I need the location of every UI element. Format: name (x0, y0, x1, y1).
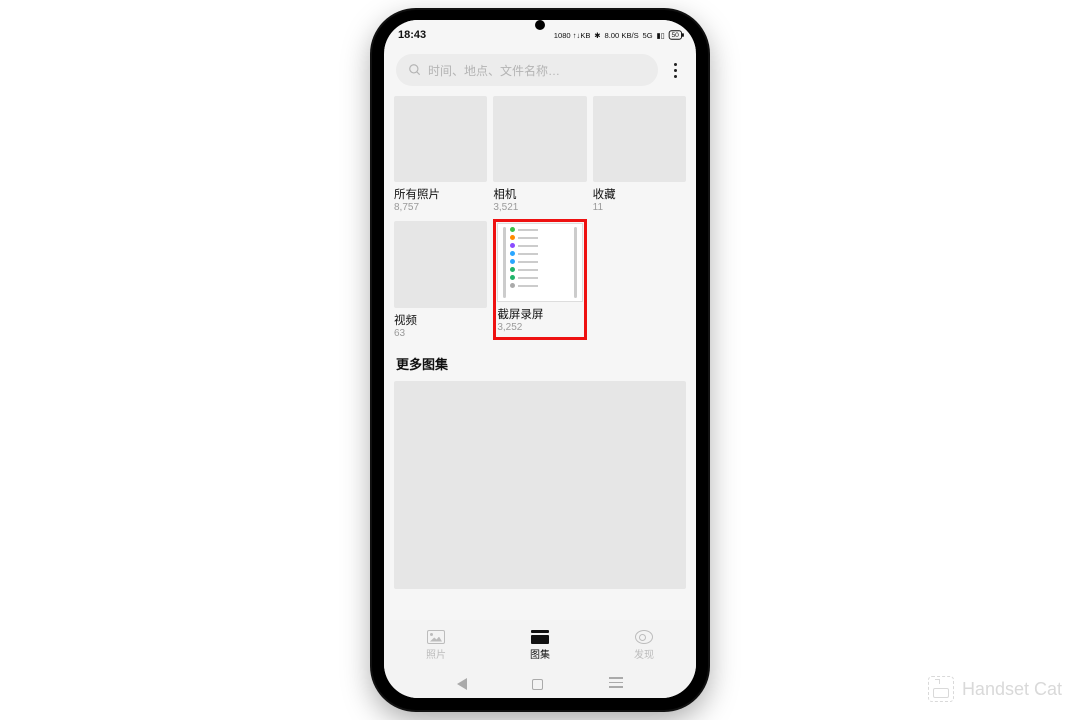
bottom-tabbar: 照片 图集 发现 (384, 620, 696, 670)
status-speed: 8.00 KB/S (605, 31, 639, 40)
discover-icon (635, 630, 653, 644)
tab-photos[interactable]: 照片 (384, 620, 488, 670)
tab-albums[interactable]: 图集 (488, 620, 592, 670)
album-screenshots-highlighted[interactable]: 截屏录屏 3,252 (493, 219, 586, 340)
search-row: 时间、地点、文件名称… (384, 50, 696, 96)
album-count: 8,757 (394, 202, 487, 213)
watermark: Handset Cat (928, 676, 1062, 702)
signal-icon: ▮▯ (657, 31, 665, 40)
album-thumbnail (394, 221, 487, 307)
album-title: 视频 (394, 312, 487, 328)
bluetooth-icon: ✱ (595, 31, 601, 40)
battery-icon: 50 (669, 30, 682, 40)
section-title-more: 更多图集 (384, 340, 696, 381)
album-thumbnail (493, 96, 586, 182)
album-icon (531, 630, 549, 644)
more-albums-block[interactable] (394, 381, 686, 589)
nav-recent-icon[interactable] (609, 677, 623, 691)
tab-label: 照片 (426, 646, 446, 661)
tab-discover[interactable]: 发现 (592, 620, 696, 670)
status-time: 18:43 (398, 29, 426, 41)
album-count: 11 (593, 202, 686, 213)
android-navbar (384, 670, 696, 698)
photo-icon (427, 630, 445, 644)
album-count: 63 (394, 328, 487, 339)
search-icon (408, 63, 422, 77)
status-indicators: 1080 ↑↓KB ✱ 8.00 KB/S 5G ▮▯ 50 (554, 30, 682, 40)
content-area: 所有照片 8,757 相机 3,521 收藏 11 视频 (384, 96, 696, 620)
album-row-2: 视频 63 截屏录屏 3,252 (384, 213, 696, 340)
album-camera[interactable]: 相机 3,521 (493, 96, 586, 213)
album-title: 收藏 (593, 186, 686, 202)
album-all-photos[interactable]: 所有照片 8,757 (394, 96, 487, 213)
nav-back-icon[interactable] (457, 678, 467, 690)
album-video[interactable]: 视频 63 (394, 221, 487, 340)
nav-home-icon[interactable] (532, 679, 543, 690)
status-net: 1080 ↑↓KB (554, 31, 591, 40)
camera-notch (535, 20, 545, 30)
album-title: 相机 (493, 186, 586, 202)
tab-label: 图集 (530, 646, 550, 661)
watermark-text: Handset Cat (962, 679, 1062, 700)
album-favorites[interactable]: 收藏 11 (593, 96, 686, 213)
search-placeholder: 时间、地点、文件名称… (428, 62, 560, 79)
watermark-icon (928, 676, 954, 702)
status-signal: 5G (643, 31, 653, 40)
screen: 18:43 1080 ↑↓KB ✱ 8.00 KB/S 5G ▮▯ 50 时间、… (384, 20, 696, 698)
phone-frame: 18:43 1080 ↑↓KB ✱ 8.00 KB/S 5G ▮▯ 50 时间、… (372, 10, 708, 710)
album-title: 所有照片 (394, 186, 487, 202)
tab-label: 发现 (634, 646, 654, 661)
album-title: 截屏录屏 (497, 306, 582, 322)
album-count: 3,252 (497, 322, 582, 333)
search-input[interactable]: 时间、地点、文件名称… (396, 54, 658, 86)
album-thumbnail (394, 96, 487, 182)
album-thumbnail (593, 96, 686, 182)
more-menu-icon[interactable] (666, 63, 684, 78)
album-count: 3,521 (493, 202, 586, 213)
screenshot-thumbnail (497, 223, 582, 302)
album-row-1: 所有照片 8,757 相机 3,521 收藏 11 (384, 96, 696, 213)
